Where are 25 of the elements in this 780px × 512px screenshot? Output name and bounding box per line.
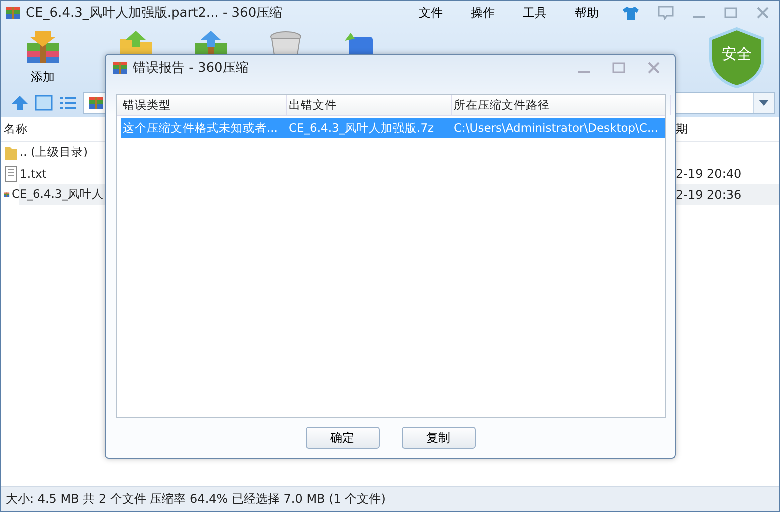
column-header[interactable]: 出错文件: [287, 95, 452, 115]
file-row[interactable]: .. (上级目录): [1, 142, 779, 163]
dialog-button[interactable]: 复制: [402, 427, 476, 449]
modified-date: 2-19 20:40: [676, 166, 742, 180]
menu-item[interactable]: 操作: [457, 4, 509, 22]
file-name: 1.txt: [20, 166, 47, 180]
column-header[interactable]: 名称: [1, 122, 104, 136]
column-header[interactable]: 错误类型: [121, 95, 287, 115]
modified-date: 2-19 20:36: [676, 188, 742, 202]
menu-item[interactable]: 文件: [405, 4, 457, 22]
table-cell-text: CE_6.4.3_风叶人加强版.7z: [288, 120, 436, 136]
status-bar: 大小: 4.5 MB 共 2 个文件 压缩率 64.4% 已经选择 7.0 MB (1 个文件): [1, 486, 779, 511]
file-name: CE_6.4.3_风叶人: [12, 187, 104, 202]
table-cell-text: 这个压缩文件格式未知或者...: [122, 120, 279, 136]
file-name: .. (上级目录): [20, 145, 88, 160]
menu-item[interactable]: 帮助: [561, 4, 613, 22]
column-header[interactable]: 期: [676, 120, 688, 138]
window-title: CE_6.4.3_风叶人加强版.part2... - 360压缩: [26, 5, 283, 22]
table-cell-text: C:\Users\Administrator\Desktop\C...: [453, 121, 660, 135]
toolbar-button[interactable]: 添加: [23, 25, 63, 86]
dialog-button[interactable]: 确定: [306, 427, 380, 449]
dialog-title: 错误报告 - 360压缩: [133, 60, 249, 77]
file-row[interactable]: 1.txt 2-19 20:40: [1, 163, 779, 184]
column-header[interactable]: 所在压缩文件路径: [452, 95, 671, 115]
menu-item[interactable]: 工具: [509, 4, 561, 22]
